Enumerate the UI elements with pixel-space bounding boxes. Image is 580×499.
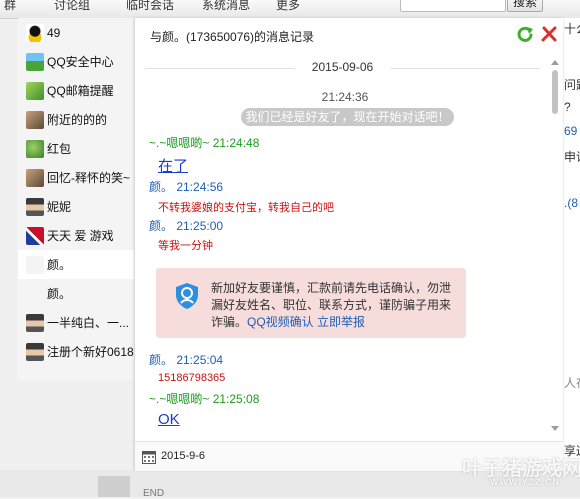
message-header: 颜。 21:24:56 [149,180,224,194]
contact-label: 附近的的的 [47,113,108,127]
background-text-fragment: 人在 [564,376,580,390]
background-text-fragment: 问题 [564,78,580,92]
date-separator-label: 2015-09-06 [303,60,382,74]
search-input[interactable] [400,0,506,12]
avatar [26,342,44,361]
avatar [26,255,44,274]
contact-item[interactable]: 天天 爱 游戏 [18,221,134,250]
tab-system-messages[interactable]: 系统消息 [202,0,250,13]
search-button[interactable]: 搜索 [507,0,543,12]
contact-label: 注册个新好0618 [47,345,134,359]
background-text-fragment: 十么 [564,22,580,36]
avatar [26,197,44,216]
contact-item[interactable]: 49 [18,18,134,47]
scroll-up-arrow-icon[interactable] [551,60,559,65]
contact-label: 颜。 [47,258,72,272]
tab-discussion[interactable]: 讨论组 [54,0,90,13]
contact-item[interactable]: 注册个新好0618 [18,337,134,366]
watermark-logo: 叶子猪游戏网 WWW.YZZ.CN [462,452,580,487]
contact-label: QQ邮箱提醒 [47,84,114,98]
message-text: 在了 [158,158,189,175]
contact-item[interactable]: 附近的的的 [18,105,134,134]
message-header: 颜。 21:25:04 [149,353,224,367]
history-title: 与颜。(173650076)的消息记录 [150,30,315,44]
contact-label: 妮妮 [47,200,72,214]
shield-icon [176,283,198,309]
contact-item[interactable]: 红包 [18,134,134,163]
avatar [26,81,44,100]
close-icon[interactable] [540,25,558,43]
avatar [26,226,44,245]
tab-more[interactable]: 更多 [276,0,300,13]
contact-item[interactable]: 颜。 [18,279,134,308]
background-text-fragment: 申请 [564,150,580,164]
background-text-fragment: .(8 [564,196,579,210]
message-text: 等我一分钟 [158,240,213,252]
contact-item[interactable]: 一半纯白、一... [18,308,134,337]
contact-label: 颜。 [47,287,72,301]
message-history-window: 与颜。(173650076)的消息记录 2015-09-06 21:24:36 … [134,18,563,471]
message-header: ~.~嗯嗯啲~ 21:24:48 [149,136,260,150]
contact-label: 回忆-释怀的笑~ [47,171,131,185]
qq-penguin-icon [26,23,44,42]
contact-label: 红包 [47,142,72,156]
avatar [26,168,44,187]
message-header: 颜。 21:25:00 [149,219,224,233]
report-link[interactable]: 立即举报 [317,315,365,329]
contact-item[interactable]: 妮妮 [18,192,134,221]
tab-group[interactable]: 群 [4,0,16,13]
message-text: 不转我婆娘的支付宝，转我自己的吧 [158,202,334,214]
contact-label: QQ安全中心 [47,55,114,69]
scrollbar[interactable] [548,56,562,436]
security-warning: 新加好友要谨慎，汇款前请先电话确认，勿泄漏好友姓名、职位、联系方式，谨防骗子用来… [156,268,466,338]
background-tab-bar: 群 讨论组 临时会话 系统消息 更多 搜索 [0,0,580,19]
avatar [26,284,44,303]
calendar-icon[interactable] [142,450,156,464]
contact-label: 一半纯白、一... [47,316,130,330]
message-text: OK [158,411,180,428]
contact-label: 天天 爱 游戏 [47,229,114,243]
contact-label: 49 [47,25,61,40]
background-text-fragment: 69 [564,124,578,138]
video-verify-link[interactable]: QQ视频确认 [247,315,314,329]
contact-item[interactable]: QQ邮箱提醒 [18,76,134,105]
avatar [26,313,44,332]
background-end-label: END [143,488,165,499]
contact-item[interactable]: 颜。 [18,250,134,279]
avatar [26,52,44,71]
message-text: 15186798365 [158,372,226,384]
background-window-right-edge: 十么 问题 ? 69 申请 .(8 人在 享这 [562,18,580,497]
avatar [26,139,44,158]
avatar [26,110,44,129]
message-header: ~.~嗯嗯啲~ 21:25:08 [149,392,260,406]
system-notice: 我们已经是好友了，现在开始对话吧！ [241,108,454,126]
background-text-fragment: ? [564,100,571,114]
tab-temp-chat[interactable]: 临时会话 [126,0,174,13]
scroll-down-arrow-icon[interactable] [551,426,559,431]
refresh-icon[interactable] [516,25,534,43]
date-separator: 2015-09-06 [145,60,540,75]
contact-list: 49 QQ安全中心 QQ邮箱提醒 附近的的的红包回忆-释怀的笑~ 妮妮天天 爱 游戏 颜。… [18,18,134,380]
warning-text: 新加好友要谨慎，汇款前请先电话确认，勿泄漏好友姓名、职位、联系方式，谨防骗子用来… [211,280,461,331]
scroll-thumb[interactable] [552,70,558,114]
system-time: 21:24:36 [321,90,369,104]
contact-item[interactable]: 回忆-释怀的笑~ [18,163,134,192]
background-block [98,476,130,497]
contact-item[interactable]: QQ安全中心 [18,47,134,76]
footer-date[interactable]: 2015-9-6 [161,450,205,462]
